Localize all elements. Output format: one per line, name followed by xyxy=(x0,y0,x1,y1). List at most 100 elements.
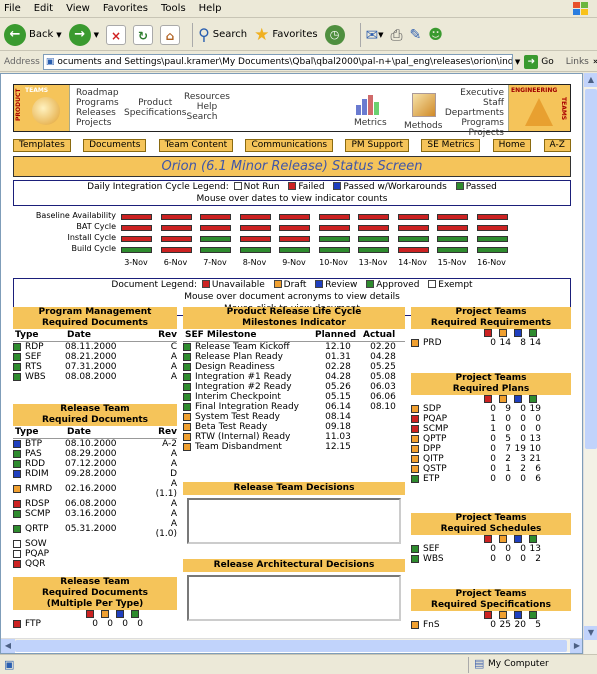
cycle-cell[interactable] xyxy=(397,225,429,231)
document-type[interactable]: RDSP xyxy=(25,499,65,509)
cycle-cell[interactable] xyxy=(397,236,429,242)
cycle-cell[interactable] xyxy=(239,214,271,220)
cycle-cell[interactable] xyxy=(476,225,508,231)
nav-methods[interactable]: Methods xyxy=(404,121,442,131)
tab-documents[interactable]: Documents xyxy=(83,139,147,152)
scroll-down-icon[interactable]: ▼ xyxy=(584,626,597,640)
cycle-cell[interactable] xyxy=(121,225,152,231)
milestone-name[interactable]: Final Integration Ready xyxy=(195,402,313,412)
cycle-date[interactable]: 10-Nov xyxy=(316,258,352,267)
document-type[interactable]: FnS xyxy=(423,620,481,630)
cycle-cell[interactable] xyxy=(437,247,468,253)
tab-pm-support[interactable]: PM Support xyxy=(345,139,410,152)
menu-tools[interactable]: Tools xyxy=(161,3,186,14)
cycle-cell[interactable] xyxy=(397,247,429,253)
cycle-date[interactable]: 15-Nov xyxy=(434,258,470,267)
nav-search[interactable]: Search xyxy=(184,112,220,122)
dropdown-icon[interactable]: ▼ xyxy=(94,31,99,39)
cycle-date[interactable]: 8-Nov xyxy=(237,258,273,267)
document-type[interactable]: RDP xyxy=(25,342,65,352)
document-type[interactable]: SDP xyxy=(423,404,481,414)
cycle-cell[interactable] xyxy=(160,236,192,242)
cycle-cell[interactable] xyxy=(437,225,468,231)
scroll-right-icon[interactable]: ▶ xyxy=(570,639,582,653)
cycle-cell[interactable] xyxy=(200,236,231,242)
cycle-cell[interactable] xyxy=(476,214,508,220)
document-type[interactable]: RDD xyxy=(25,459,65,469)
vertical-scrollbar[interactable]: ▲ ▼ xyxy=(583,73,597,654)
document-type[interactable]: ETP xyxy=(423,474,481,484)
cycle-cell[interactable] xyxy=(121,214,152,220)
document-type[interactable]: PRD xyxy=(423,338,481,348)
cycle-cell[interactable] xyxy=(239,236,271,242)
document-type[interactable]: QPTP xyxy=(423,434,481,444)
milestone-name[interactable]: RTW (Internal) Ready xyxy=(195,432,313,442)
document-type[interactable]: SEF xyxy=(423,544,481,554)
milestone-name[interactable]: Release Team Kickoff xyxy=(195,342,313,352)
favorites-button[interactable]: ★ Favorites xyxy=(254,25,317,45)
edit-button[interactable]: ✎ xyxy=(410,27,422,43)
tab-team-content[interactable]: Team Content xyxy=(158,139,234,152)
links-button[interactable]: Links xyxy=(566,57,589,67)
tab-templates[interactable]: Templates xyxy=(13,139,71,152)
history-button[interactable]: ◷ xyxy=(324,24,348,45)
hscroll-thumb[interactable] xyxy=(15,640,567,652)
cycle-cell[interactable] xyxy=(200,247,231,253)
cycle-cell[interactable] xyxy=(318,214,350,220)
milestone-name[interactable]: Beta Test Ready xyxy=(195,422,313,432)
messenger-button[interactable]: ☻ xyxy=(428,27,443,43)
cycle-cell[interactable] xyxy=(279,236,310,242)
engineering-teams-logo[interactable]: ENGINEERING TEAMS xyxy=(508,85,570,131)
cycle-date[interactable]: 13-Nov xyxy=(355,258,391,267)
nav-specifications[interactable]: Specifications xyxy=(124,108,186,118)
document-type[interactable]: WBS xyxy=(25,372,65,382)
cycle-cell[interactable] xyxy=(476,247,508,253)
cycle-cell[interactable] xyxy=(121,236,152,242)
document-type[interactable]: FTP xyxy=(25,619,83,629)
decisions-textbox[interactable] xyxy=(187,498,401,544)
document-type[interactable]: DPP xyxy=(423,444,481,454)
cycle-cell[interactable] xyxy=(318,247,350,253)
scroll-left-icon[interactable]: ◀ xyxy=(1,639,15,653)
nav-programs[interactable]: Programs xyxy=(76,98,119,108)
document-type[interactable]: SCMP xyxy=(25,509,65,519)
document-type[interactable]: BTP xyxy=(25,439,65,449)
nav-releases[interactable]: Releases xyxy=(76,108,119,118)
cycle-date[interactable]: 9-Nov xyxy=(276,258,312,267)
document-type[interactable]: PQAP xyxy=(25,549,65,559)
cycle-cell[interactable] xyxy=(358,214,389,220)
document-type[interactable]: QITP xyxy=(423,454,481,464)
cycle-cell[interactable] xyxy=(121,247,152,253)
dropdown-icon[interactable]: ▼ xyxy=(378,31,383,39)
milestone-name[interactable]: Team Disbandment xyxy=(195,442,313,452)
tab-home[interactable]: Home xyxy=(492,139,532,152)
cycle-cell[interactable] xyxy=(358,236,389,242)
cycle-cell[interactable] xyxy=(437,236,468,242)
milestone-name[interactable]: Interim Checkpoint xyxy=(195,392,313,402)
cycle-cell[interactable] xyxy=(160,247,192,253)
cycle-cell[interactable] xyxy=(437,214,468,220)
nav-product[interactable]: Product xyxy=(124,98,186,108)
milestone-name[interactable]: Integration #2 Ready xyxy=(195,382,313,392)
document-type[interactable]: WBS xyxy=(423,554,481,564)
nav-departments[interactable]: Departments xyxy=(442,108,504,118)
cycle-date[interactable]: 3-Nov xyxy=(118,258,154,267)
cycle-date[interactable]: 16-Nov xyxy=(474,258,510,267)
cycle-cell[interactable] xyxy=(239,247,271,253)
cycle-cell[interactable] xyxy=(318,225,350,231)
document-type[interactable]: SEF xyxy=(25,352,65,362)
document-type[interactable]: SCMP xyxy=(423,424,481,434)
arch-decisions-textbox[interactable] xyxy=(187,575,401,621)
product-teams-logo[interactable]: PRODUCT TEAMS xyxy=(14,85,70,131)
cycle-cell[interactable] xyxy=(200,214,231,220)
tab-communications[interactable]: Communications xyxy=(245,139,334,152)
cycle-cell[interactable] xyxy=(358,225,389,231)
menu-edit[interactable]: Edit xyxy=(34,3,53,14)
refresh-button[interactable]: ↻ xyxy=(133,24,154,45)
cycle-cell[interactable] xyxy=(160,214,192,220)
nav-roadmap[interactable]: Roadmap xyxy=(76,88,119,98)
back-button[interactable]: ← Back ▼ xyxy=(4,23,62,46)
dropdown-icon[interactable]: ▼ xyxy=(56,31,61,39)
cycle-cell[interactable] xyxy=(397,214,429,220)
menu-favorites[interactable]: Favorites xyxy=(103,3,148,14)
